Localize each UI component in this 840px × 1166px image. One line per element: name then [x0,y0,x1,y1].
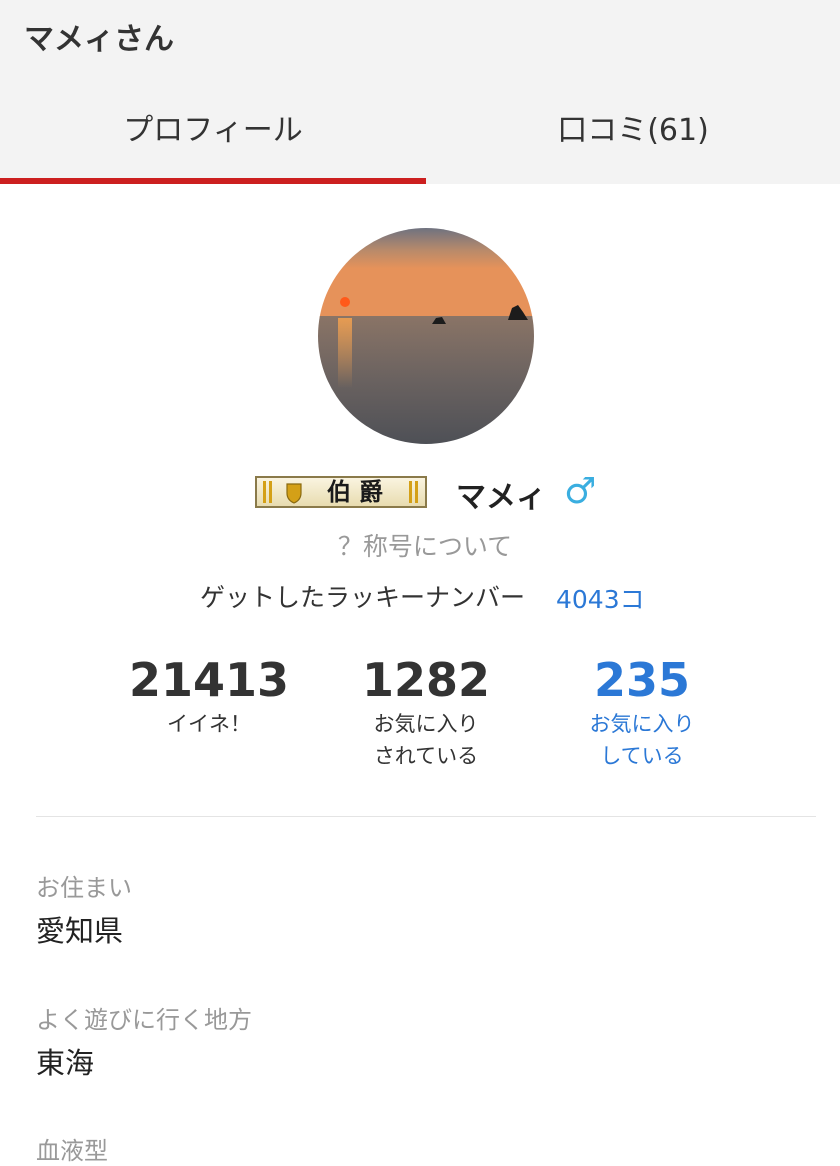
residence-label: お住まい [36,874,132,902]
nickname: マメィ [456,480,546,515]
tab-profile-label: プロフィール [123,113,303,148]
stat-likes-label: イイネ！ [167,712,251,736]
residence-value: 愛知県 [36,914,124,948]
about-titles-link[interactable]: ？称号について [0,527,840,563]
active-tab-indicator [0,178,426,184]
frequent-region-label: よく遊びに行く地方 [36,1006,252,1034]
blood-type-label: 血液型 [36,1137,108,1165]
stat-favorites-label: お気に入り している [589,712,695,768]
tab-reviews[interactable]: 口コミ(61) [426,86,840,184]
stat-favorited-by-label: お気に入り されている [373,712,479,768]
stat-favorites-count: 235 [593,653,691,707]
title-badge-text: 伯爵 [327,477,391,506]
stat-likes-count: 21413 [128,653,290,707]
stat-favorited-by: 1282 お気に入り されている [316,652,536,772]
title-badge: 伯爵 [255,476,427,508]
page-title: マメィさん [24,22,174,57]
stat-favorited-by-count: 1282 [361,653,491,707]
frequent-region-value: 東海 [36,1046,95,1080]
lucky-number-link[interactable]: 4043コ [556,580,645,616]
badge-ornament-left-inner [269,481,272,503]
shield-icon [286,483,302,504]
male-gender-icon: ♂ [564,471,597,512]
lucky-number-label: ゲットしたラッキーナンバー [200,583,526,612]
badge-ornament-right-inner [409,481,412,503]
stat-favorites-link[interactable]: 235 お気に入り している [532,652,752,772]
avatar[interactable] [318,228,534,444]
section-divider [36,816,816,817]
badge-ornament-left [263,481,266,503]
tab-profile[interactable]: プロフィール [0,86,426,184]
badge-ornament-right [415,481,418,503]
header-bar: マメィさん プロフィール 口コミ(61) [0,0,840,184]
stat-likes: 21413 イイネ！ [99,652,319,740]
tab-reviews-label: 口コミ(61) [557,113,709,148]
